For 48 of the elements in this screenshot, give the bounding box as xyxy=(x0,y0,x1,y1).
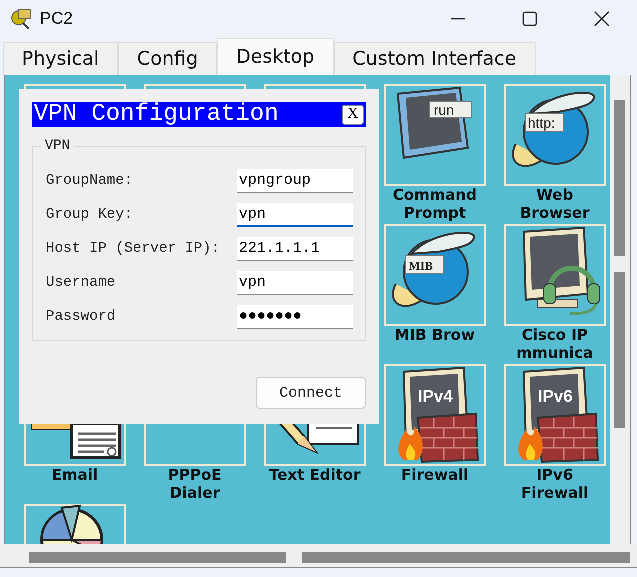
tab[interactable]: Config xyxy=(118,42,218,75)
scroll-thumb[interactable] xyxy=(614,272,625,428)
headset-monitor-icon xyxy=(522,226,600,316)
app-tile[interactable] xyxy=(504,224,606,326)
icon-label: IPv4 xyxy=(418,387,453,406)
scroll-thumb[interactable] xyxy=(302,552,630,563)
scroll-thumb[interactable] xyxy=(614,100,625,256)
field-label: Username xyxy=(46,275,116,291)
firewall-icon xyxy=(398,366,480,464)
input-field[interactable]: ●●●●●●● xyxy=(237,305,353,329)
app-label: Command Prompt xyxy=(392,186,478,224)
field-label: Host IP (Server IP): xyxy=(46,241,220,257)
app-label: Firewall xyxy=(400,466,470,486)
close-icon[interactable] xyxy=(594,10,610,26)
app-label: MIB Brow xyxy=(394,326,476,346)
firewall-icon xyxy=(518,366,600,464)
dialog-title: VPN Configuration xyxy=(34,102,279,127)
app-icon xyxy=(10,8,32,30)
input-field[interactable]: vpn xyxy=(237,271,353,295)
app-tile[interactable]: run xyxy=(384,84,486,186)
app-tile[interactable]: IPv6 xyxy=(504,364,606,466)
tab[interactable]: Desktop xyxy=(217,38,334,75)
field-label: GroupName: xyxy=(46,173,134,189)
close-button[interactable]: X xyxy=(342,104,364,124)
app-label: Email xyxy=(50,466,100,486)
icon-label: http: xyxy=(526,114,564,132)
app-label: Text Editor xyxy=(268,466,362,486)
app-label: PPPoE Dialer xyxy=(167,466,223,504)
app-label: Cisco IP mmunica xyxy=(516,326,594,364)
app-tile[interactable]: IPv4 xyxy=(384,364,486,466)
app-label: IPv6 Firewall xyxy=(520,466,590,504)
app-label: Web Browser xyxy=(519,186,591,224)
field-label: Group Key: xyxy=(46,207,134,223)
icon-label: MIB xyxy=(406,256,444,274)
input-field[interactable]: 221.1.1.1 xyxy=(237,237,353,261)
icon-label: run xyxy=(430,102,472,118)
tab[interactable]: Physical xyxy=(3,42,118,75)
field-label: Password xyxy=(46,309,116,325)
window-title: PC2 xyxy=(40,8,74,28)
app-tile[interactable]: http: xyxy=(504,84,606,186)
input-field[interactable]: vpngroup xyxy=(237,169,353,193)
app-tile[interactable]: MIB xyxy=(384,224,486,326)
scroll-thumb[interactable] xyxy=(29,552,286,563)
maximize-icon[interactable] xyxy=(522,10,538,26)
input-field[interactable]: vpn xyxy=(237,203,353,227)
connect-button[interactable]: Connect xyxy=(256,377,366,409)
icon-label: IPv6 xyxy=(538,387,573,406)
tab[interactable]: Custom Interface xyxy=(334,42,536,75)
